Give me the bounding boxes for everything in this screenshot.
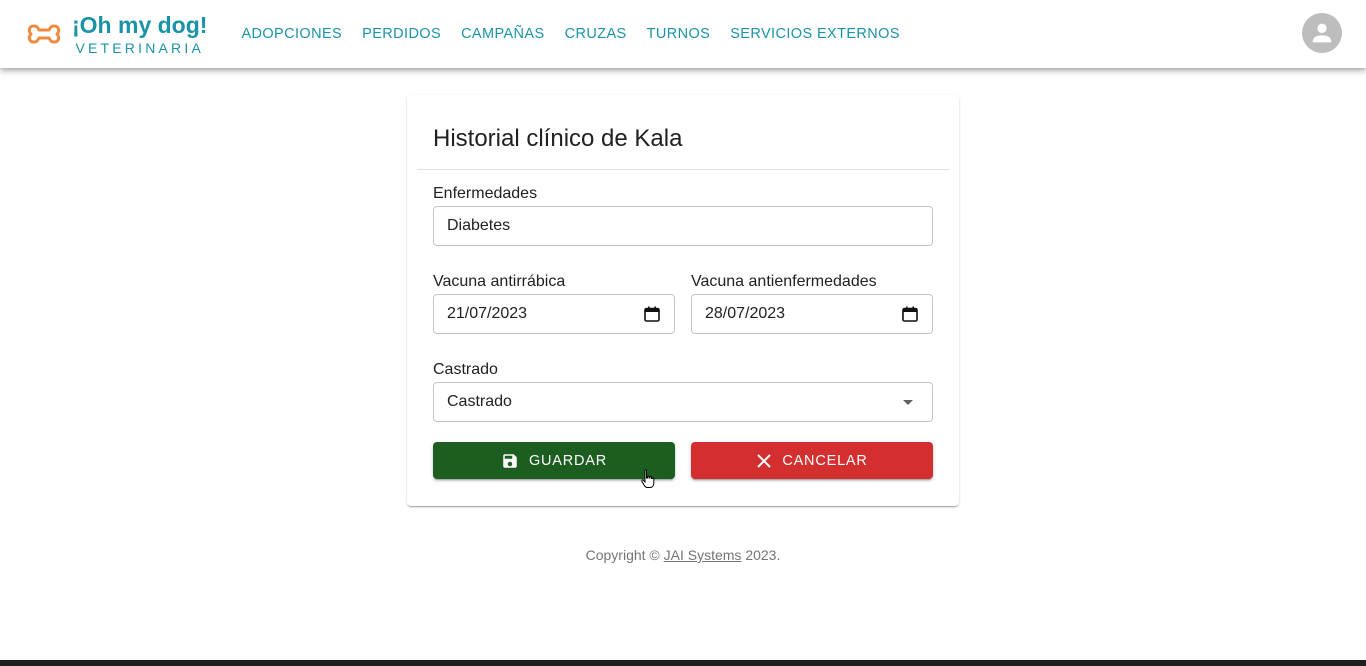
cancel-button[interactable]: CANCELAR bbox=[691, 442, 933, 479]
nav-item-servicios-externos[interactable]: SERVICIOS EXTERNOS bbox=[720, 24, 910, 44]
calendar-icon[interactable] bbox=[643, 305, 661, 323]
save-icon bbox=[503, 453, 517, 468]
app-bar: ¡Oh my dog! VETERINARIA ADOPCIONES PERDI… bbox=[0, 0, 1366, 68]
castrado-select[interactable]: Castrado bbox=[433, 382, 933, 422]
account-icon bbox=[1312, 23, 1332, 43]
antirrabica-date-input[interactable]: 21/07/2023 bbox=[433, 294, 675, 334]
castrado-label: Castrado bbox=[433, 361, 498, 378]
nav-item-perdidos[interactable]: PERDIDOS bbox=[352, 24, 451, 44]
footer: Copyright © JAI Systems 2023. bbox=[0, 547, 1366, 563]
hand-cursor-icon bbox=[641, 469, 655, 488]
nav-item-turnos[interactable]: TURNOS bbox=[637, 24, 721, 44]
main-nav: ADOPCIONES PERDIDOS CAMPAÑAS CRUZAS TURN… bbox=[231, 24, 909, 44]
title-divider bbox=[417, 169, 949, 170]
cancel-button-label: CANCELAR bbox=[782, 452, 868, 469]
nav-item-adopciones[interactable]: ADOPCIONES bbox=[231, 24, 352, 44]
close-icon bbox=[757, 453, 772, 468]
jai-systems-link[interactable]: JAI Systems bbox=[664, 547, 742, 563]
enfermedades-input[interactable]: Diabetes bbox=[433, 206, 933, 246]
bone-icon bbox=[27, 24, 61, 44]
antienfermedades-date-input[interactable]: 28/07/2023 bbox=[691, 294, 933, 334]
copyright-suffix: 2023. bbox=[741, 547, 781, 563]
antienfermedades-value: 28/07/2023 bbox=[705, 305, 786, 322]
brand-title: ¡Oh my dog! bbox=[72, 12, 208, 38]
nav-item-campanas[interactable]: CAMPAÑAS bbox=[451, 24, 555, 44]
enfermedades-value: Diabetes bbox=[447, 217, 511, 234]
antirrabica-label: Vacuna antirrábica bbox=[433, 273, 566, 290]
brand-subtitle: VETERINARIA bbox=[75, 40, 204, 56]
antienfermedades-label: Vacuna antienfermedades bbox=[691, 273, 877, 290]
clinical-history-card: Historial clínico de Kala Enfermedades D… bbox=[407, 95, 959, 506]
brand-logo[interactable]: ¡Oh my dog! VETERINARIA bbox=[26, 12, 207, 56]
chevron-down-icon bbox=[903, 399, 913, 405]
nav-item-cruzas[interactable]: CRUZAS bbox=[555, 24, 637, 44]
castrado-value: Castrado bbox=[447, 393, 512, 410]
account-avatar[interactable] bbox=[1302, 13, 1342, 53]
page-title: Historial clínico de Kala bbox=[433, 125, 683, 152]
antirrabica-value: 21/07/2023 bbox=[447, 305, 528, 322]
calendar-icon[interactable] bbox=[901, 305, 919, 323]
copyright-prefix: Copyright © bbox=[585, 547, 664, 563]
save-button[interactable]: GUARDAR bbox=[433, 442, 675, 479]
bottom-bar bbox=[0, 660, 1366, 666]
save-button-label: GUARDAR bbox=[528, 452, 608, 469]
enfermedades-label: Enfermedades bbox=[433, 185, 538, 202]
